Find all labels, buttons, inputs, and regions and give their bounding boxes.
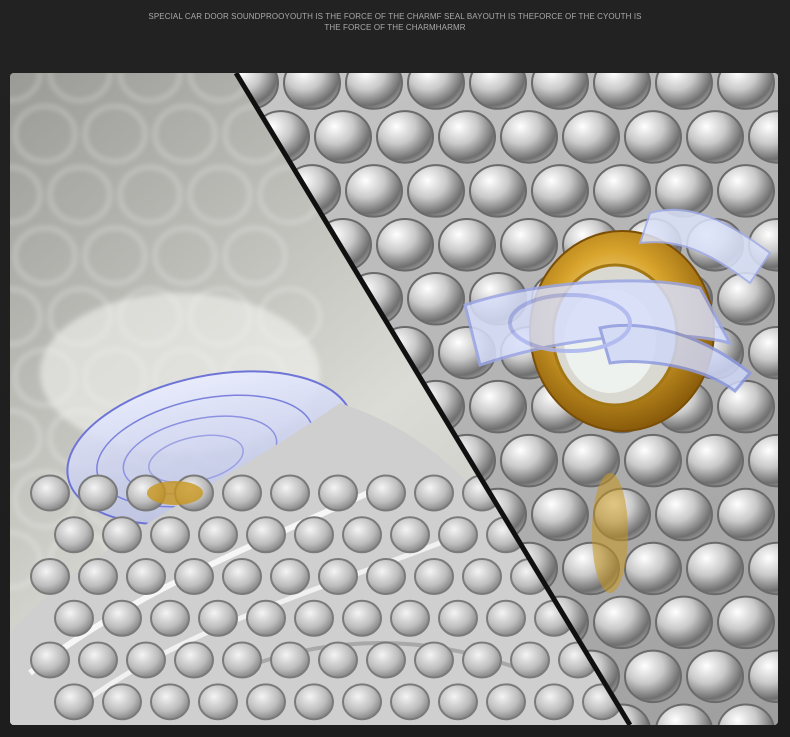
bubble [531, 164, 589, 218]
bubble [246, 516, 286, 554]
bubble [438, 683, 478, 721]
bubble [717, 379, 775, 434]
bubble [717, 487, 775, 542]
bubble [270, 558, 310, 595]
bubble [500, 218, 558, 272]
bubble [102, 683, 142, 721]
bubble [222, 474, 262, 512]
page: SPECIAL CAR DOOR SOUNDPROOYOUTH IS THE F… [0, 0, 790, 737]
bubble [270, 474, 310, 512]
bubble [624, 541, 682, 596]
bubble [534, 683, 574, 721]
bubble [486, 599, 526, 637]
bubble [376, 218, 434, 272]
bubble [342, 516, 382, 554]
bubble [318, 474, 358, 512]
bubble [469, 379, 527, 434]
bubble [318, 641, 358, 679]
bubble [407, 272, 465, 326]
bubble [366, 641, 406, 679]
bubble [438, 599, 478, 637]
bubble [686, 110, 744, 164]
bubble [462, 558, 502, 595]
bubble [624, 433, 682, 488]
bubble [102, 599, 142, 637]
bubble [126, 641, 166, 679]
bubble [222, 641, 262, 679]
caption: SPECIAL CAR DOOR SOUNDPROOYOUTH IS THE F… [140, 11, 650, 33]
bubble [624, 649, 682, 704]
bubble [438, 516, 478, 554]
bubble [414, 474, 454, 512]
bubble [717, 164, 775, 218]
bubble [593, 595, 651, 650]
bubble [655, 595, 713, 650]
bubble [54, 516, 94, 554]
bubble [438, 110, 496, 164]
bubble [150, 516, 190, 554]
bubble [469, 164, 527, 218]
bubble [486, 683, 526, 721]
bubble [562, 110, 620, 164]
bubble [294, 683, 334, 721]
bubble [390, 683, 430, 721]
bubble [438, 218, 496, 272]
bubble [78, 558, 118, 595]
bubble [366, 558, 406, 595]
bubble [198, 683, 238, 721]
bubble [390, 599, 430, 637]
product-photo [10, 73, 778, 725]
bubble [655, 164, 713, 218]
bubble [126, 558, 166, 595]
bubble [342, 599, 382, 637]
bubble [246, 683, 286, 721]
bubble [510, 641, 550, 679]
bubble [150, 599, 190, 637]
bubble [150, 683, 190, 721]
bubble [78, 641, 118, 679]
bubble [78, 474, 118, 512]
bubble [686, 541, 744, 596]
bubble [345, 164, 403, 218]
bubble [174, 558, 214, 595]
bubble [222, 558, 262, 595]
bubble [30, 474, 70, 512]
bubble [500, 433, 558, 488]
bubble [246, 599, 286, 637]
bubble [414, 558, 454, 595]
bubble [655, 487, 713, 542]
bubble [717, 595, 775, 650]
bubble [174, 641, 214, 679]
bubble [314, 110, 372, 164]
bubble [54, 683, 94, 721]
bubble [462, 641, 502, 679]
bubble [294, 599, 334, 637]
bubble [102, 516, 142, 554]
bubble [294, 516, 334, 554]
bubble [407, 164, 465, 218]
product-photo-svg [10, 73, 778, 725]
bubble [342, 683, 382, 721]
bubble [30, 558, 70, 595]
bubble [30, 641, 70, 679]
bubble [198, 516, 238, 554]
bubble [390, 516, 430, 554]
bubble [531, 487, 589, 542]
bubble [270, 641, 310, 679]
bubble [593, 164, 651, 218]
bubble [624, 110, 682, 164]
bubble [318, 558, 358, 595]
bubble [414, 641, 454, 679]
bubble [500, 110, 558, 164]
bubble [366, 474, 406, 512]
caption-line-2: THE FORCE OF THE CHARMHARMR [324, 23, 466, 32]
bubble [54, 599, 94, 637]
bubble [198, 599, 238, 637]
bubble [686, 649, 744, 704]
bubble [686, 433, 744, 488]
caption-line-1: SPECIAL CAR DOOR SOUNDPROOYOUTH IS THE F… [148, 12, 642, 21]
bubble [376, 110, 434, 164]
